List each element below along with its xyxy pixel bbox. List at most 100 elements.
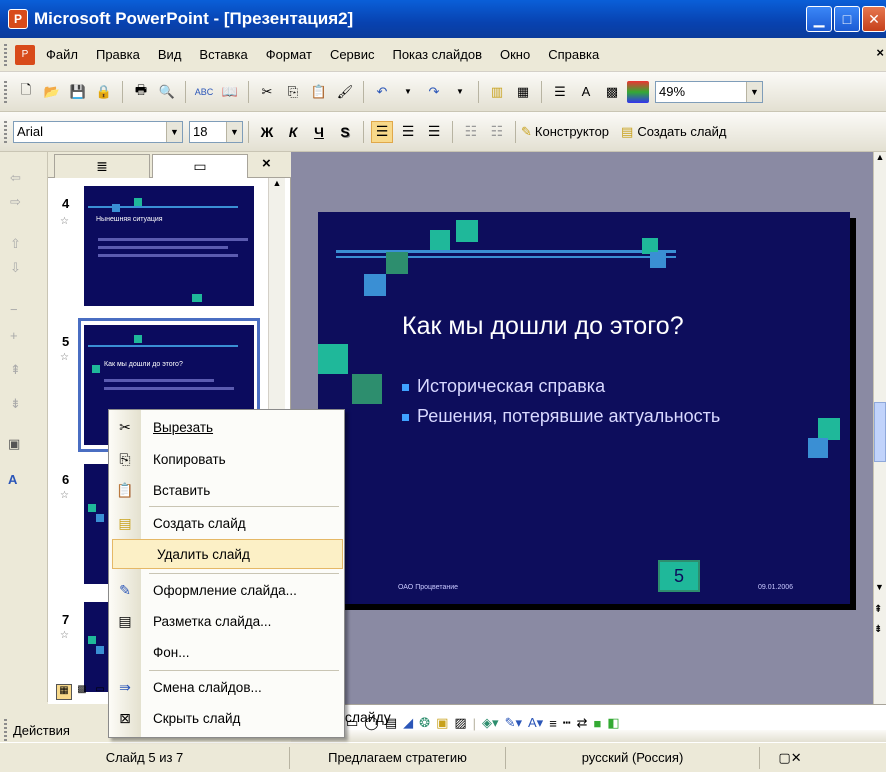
new-slide-button[interactable]: Создать слайд [637, 124, 726, 139]
align-center-icon[interactable]: ☰ [397, 121, 419, 143]
show-formatting-icon[interactable]: A [8, 472, 17, 487]
collapse-all-icon[interactable]: ⇞ [10, 362, 21, 378]
tab-slides[interactable]: ▭ [152, 154, 248, 178]
print-icon[interactable]: 🖶 [130, 81, 152, 103]
promote-icon[interactable]: ⇦ [10, 170, 21, 186]
wordart-icon[interactable]: ◢ [403, 715, 413, 731]
paste-icon[interactable]: 📋 [308, 81, 330, 103]
font-select[interactable]: Arial ▼ [13, 120, 183, 143]
expand-icon[interactable]: + [10, 328, 18, 343]
shadow-button[interactable]: S [334, 121, 356, 143]
oval-icon[interactable]: ◯ [364, 715, 379, 731]
font-size-select[interactable]: 18 ▼ [189, 120, 243, 143]
research-icon[interactable]: 📖 [219, 81, 241, 103]
clipart-icon[interactable]: ▣ [436, 715, 448, 731]
slide-bullet[interactable]: Решения, потерявшие актуальность [402, 406, 720, 427]
menu-item-cut[interactable]: ✂ Вырезать [109, 412, 344, 442]
spelling-icon[interactable]: ABC [193, 81, 215, 103]
copy-icon[interactable]: ⎘ [282, 81, 304, 103]
arrow-style-icon[interactable]: ⇄ [577, 715, 588, 731]
close-pane-button[interactable]: × [262, 155, 271, 172]
menu-edit[interactable]: Правка [87, 47, 149, 62]
move-up-icon[interactable]: ⇧ [10, 236, 21, 252]
print-preview-icon[interactable]: 🔍 [156, 81, 178, 103]
chevron-down-icon[interactable]: ▼ [746, 81, 762, 102]
scroll-up-icon[interactable]: ▲ [269, 178, 285, 195]
scroll-up-icon[interactable]: ▲ [874, 152, 886, 168]
menu-slideshow[interactable]: Показ слайдов [383, 47, 491, 62]
toolbar-grip[interactable] [4, 719, 7, 741]
underline-button[interactable]: Ч [308, 121, 330, 143]
demote-icon[interactable]: ⇨ [10, 194, 21, 210]
fill-color-icon[interactable]: ◈▾ [482, 715, 499, 731]
chevron-down-icon[interactable]: ▼ [166, 121, 182, 142]
expand-all-icon[interactable]: ⇟ [10, 396, 21, 412]
slideshow-view-icon[interactable]: ▭ [92, 684, 108, 700]
normal-view-icon[interactable]: ▦ [56, 684, 72, 700]
toolbar-grip[interactable] [4, 43, 7, 66]
color-grayscale-icon[interactable] [627, 80, 649, 103]
menu-item-slide-layout[interactable]: ▤ Разметка слайда... [109, 606, 344, 636]
menu-item-slide-transition[interactable]: ⇛ Смена слайдов... [109, 672, 344, 702]
menu-help[interactable]: Справка [539, 47, 608, 62]
tab-outline[interactable]: ≣ [54, 154, 150, 178]
toolbar-grip[interactable] [4, 120, 7, 143]
menu-tools[interactable]: Сервис [321, 47, 384, 62]
save-icon[interactable]: 💾 [67, 81, 89, 103]
font-color-icon[interactable]: A▾ [528, 715, 543, 731]
shadow-style-icon[interactable]: ■ [594, 716, 602, 731]
current-slide[interactable]: Как мы дошли до этого? Историческая спра… [318, 212, 850, 604]
menu-view[interactable]: Вид [149, 47, 191, 62]
show-grid-icon[interactable]: ▩ [601, 81, 623, 103]
collapse-icon[interactable]: − [10, 302, 18, 317]
align-right-icon[interactable]: ☰ [423, 121, 445, 143]
spelling-status-icon[interactable]: ▢✕ [760, 747, 820, 769]
dash-style-icon[interactable]: ┅ [563, 715, 571, 731]
3d-style-icon[interactable]: ◧ [607, 715, 619, 731]
toolbar-grip[interactable] [4, 80, 7, 103]
italic-button[interactable]: К [282, 121, 304, 143]
insert-chart-icon[interactable]: ▥ [486, 81, 508, 103]
redo-icon[interactable]: ↷ [423, 81, 445, 103]
picture-icon[interactable]: ▨ [454, 715, 466, 731]
menu-item-new-slide[interactable]: ▤ Создать слайд [109, 508, 344, 538]
open-folder-icon[interactable]: 📂 [41, 81, 63, 103]
redo-dropdown-icon[interactable]: ▼ [449, 81, 471, 103]
slide-title[interactable]: Как мы дошли до этого? [402, 312, 684, 341]
powerpoint-app-icon[interactable]: P [8, 9, 28, 29]
scroll-down-icon[interactable]: ▼ [875, 582, 884, 592]
menu-insert[interactable]: Вставка [190, 47, 256, 62]
actions-menu-button[interactable]: Действия [13, 723, 70, 738]
menu-item-background[interactable]: Фон... [109, 637, 344, 667]
cut-icon[interactable]: ✂ [256, 81, 278, 103]
previous-slide-icon[interactable]: ⇞ [874, 604, 882, 615]
menu-item-delete-slide[interactable]: Удалить слайд [112, 539, 343, 569]
undo-icon[interactable]: ↶ [371, 81, 393, 103]
align-left-icon[interactable]: ☰ [371, 120, 393, 143]
vertical-scrollbar[interactable]: ▲ ▼ ⇞ ⇟ [873, 152, 886, 704]
designer-button[interactable]: Конструктор [535, 124, 609, 139]
slide-sorter-icon[interactable]: ▩ [74, 684, 90, 700]
show-formatting-icon[interactable]: A [575, 81, 597, 103]
diagram-icon[interactable]: ❂ [419, 715, 430, 731]
move-down-icon[interactable]: ⇩ [10, 260, 21, 276]
line-style-icon[interactable]: ≡ [549, 716, 557, 731]
undo-dropdown-icon[interactable]: ▼ [397, 81, 419, 103]
close-button[interactable]: ✕ [862, 6, 886, 32]
menu-format[interactable]: Формат [257, 47, 321, 62]
scroll-thumb[interactable] [874, 402, 886, 462]
menu-window[interactable]: Окно [491, 47, 539, 62]
slide-thumbnail[interactable]: Нынешняя ситуация [84, 186, 254, 306]
chevron-down-icon[interactable]: ▼ [226, 121, 242, 142]
bullets-icon[interactable]: ☷ [486, 121, 508, 143]
menu-item-paste[interactable]: 📋 Вставить [109, 475, 344, 505]
slide-bullet[interactable]: Историческая справка [402, 376, 605, 397]
zoom-select[interactable]: 49% ▼ [655, 80, 763, 103]
document-icon[interactable]: P [15, 44, 35, 65]
menu-item-slide-design[interactable]: ✎ Оформление слайда... [109, 575, 344, 605]
textbox-icon[interactable]: ▤ [385, 715, 397, 731]
permission-icon[interactable]: 🔒 [93, 81, 115, 103]
insert-table-icon[interactable]: ▦ [512, 81, 534, 103]
numbering-icon[interactable]: ☷ [460, 121, 482, 143]
minimize-button[interactable]: ▁ [806, 6, 832, 32]
